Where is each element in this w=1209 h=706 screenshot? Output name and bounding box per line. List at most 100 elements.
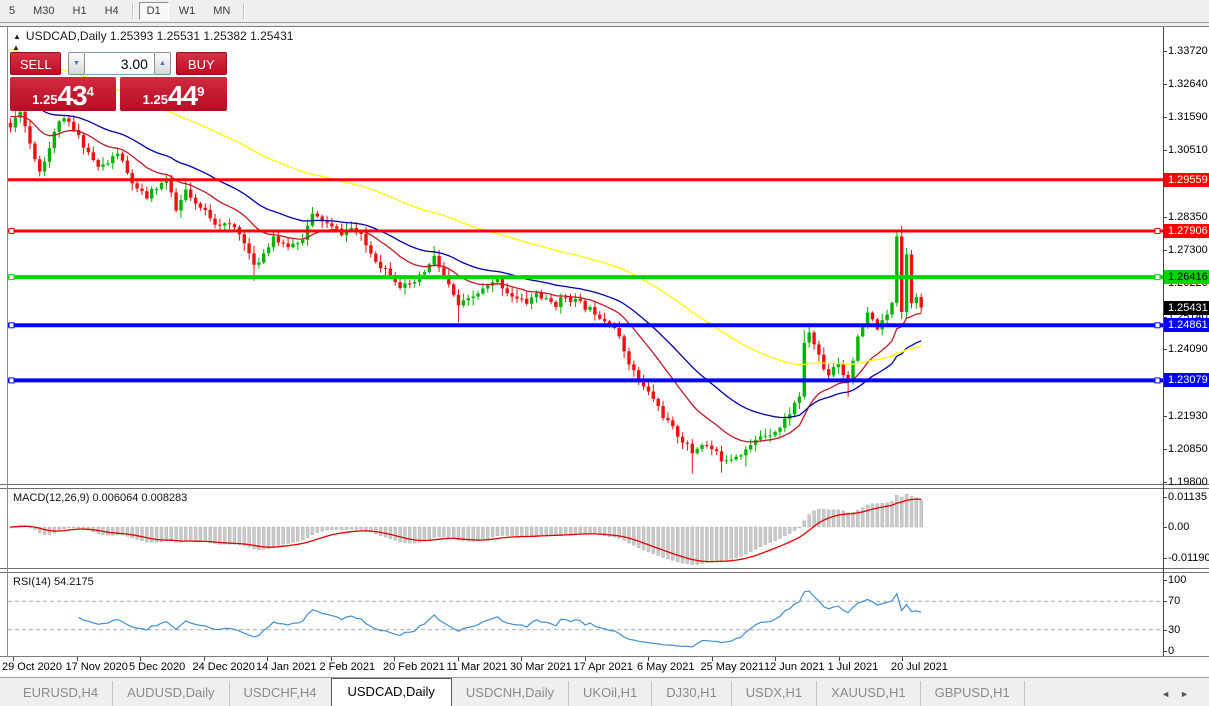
- timeframe-button-5[interactable]: 5: [1, 2, 23, 20]
- price-scale-tick: [1163, 482, 1167, 483]
- date-axis-label: 1 Jul 2021: [828, 661, 879, 673]
- macd-title: MACD(12,26,9) 0.006064 0.008283: [13, 492, 187, 504]
- chart-left-border: [7, 27, 8, 656]
- price-scale-label: 1.19800: [1168, 475, 1208, 489]
- line-handle: [1155, 378, 1160, 383]
- volume-increase-button[interactable]: ▲: [154, 52, 171, 75]
- tab-scroll-left-icon[interactable]: ◄: [1161, 689, 1180, 699]
- price-scale-tick: [1163, 416, 1167, 417]
- price-scale-tick: [1163, 217, 1167, 218]
- chart-tab-ukoil[interactable]: UKOil,H1: [569, 681, 652, 706]
- chart-tab-usdcnh[interactable]: USDCNH,Daily: [452, 681, 569, 706]
- timeframe-button-d1[interactable]: D1: [139, 2, 169, 20]
- volume-decrease-button[interactable]: ▼: [68, 52, 85, 75]
- rsi-scale-label: 0: [1168, 644, 1174, 658]
- sell-price-pips: 43: [57, 83, 86, 109]
- rsi-scale-tick: [1163, 651, 1167, 652]
- timeframe-button-h1[interactable]: H1: [65, 2, 95, 20]
- price-scale-tick: [1163, 349, 1167, 350]
- date-axis-label: 12 Jun 2021: [764, 661, 825, 673]
- line-handle: [9, 378, 14, 383]
- tab-scroll-arrows[interactable]: ◄►: [1161, 689, 1199, 699]
- rsi-indicator-canvas[interactable]: [8, 573, 1163, 656]
- price-scale-label: 1.30510: [1168, 143, 1208, 157]
- sell-price-point: 4: [87, 77, 94, 107]
- timeframe-button-h4[interactable]: H4: [97, 2, 127, 20]
- sell-price-display[interactable]: 1.25 43 4: [10, 77, 116, 111]
- rsi-scale-tick: [1163, 580, 1167, 581]
- chart-tab-xauusd[interactable]: XAUUSD,H1: [817, 681, 920, 706]
- horizontal-level-line[interactable]: [8, 378, 1163, 383]
- price-scale-label: 1.27300: [1168, 243, 1208, 257]
- level-price-badge: 1.29559: [1164, 173, 1209, 187]
- date-axis-label: 14 Jan 2021: [256, 661, 317, 673]
- price-scale-label: 1.31590: [1168, 110, 1208, 124]
- price-scale-label: 1.21930: [1168, 409, 1208, 423]
- line-handle: [9, 275, 14, 280]
- macd-scale-tick: [1163, 527, 1167, 528]
- chart-tab-bar: EURUSD,H4AUDUSD,DailyUSDCHF,H4USDCAD,Dai…: [0, 677, 1209, 706]
- timeframe-toolbar: 5M30H1H4 D1W1MN: [0, 0, 1209, 23]
- chart-tab-gbpusd[interactable]: GBPUSD,H1: [921, 681, 1025, 706]
- date-axis-label: 24 Dec 2020: [193, 661, 255, 673]
- chart-tab-eurusd[interactable]: EURUSD,H4: [9, 681, 113, 706]
- level-price-badge: 1.27906: [1164, 224, 1209, 238]
- price-scale-tick: [1163, 250, 1167, 251]
- macd-scale-label: -0.011904: [1168, 551, 1209, 565]
- date-axis-label: 11 Mar 2021: [447, 661, 508, 673]
- macd-scale-tick: [1163, 558, 1167, 559]
- chart-tab-usdcad[interactable]: USDCAD,Daily: [331, 678, 452, 706]
- horizontal-level-line[interactable]: [8, 229, 1163, 234]
- chart-tab-dj30[interactable]: DJ30,H1: [652, 681, 732, 706]
- date-axis-label: 29 Oct 2020: [2, 661, 62, 673]
- price-scale-label: 1.33720: [1168, 44, 1208, 58]
- chart-tab-usdchf[interactable]: USDCHF,H4: [230, 681, 331, 706]
- timeframe-button-w1[interactable]: W1: [171, 2, 204, 20]
- one-click-trading-panel: SELL ▼ ▲ BUY 1.25 43 4 1.25 44 9: [10, 52, 227, 111]
- macd-scale-label: 0.01135: [1168, 490, 1207, 504]
- chart-tab-audusd[interactable]: AUDUSD,Daily: [113, 681, 229, 706]
- date-axis-label: 6 May 2021: [637, 661, 694, 673]
- date-axis-label: 17 Apr 2021: [574, 661, 633, 673]
- date-axis-label: 17 Nov 2020: [66, 661, 128, 673]
- date-axis-label: 20 Jul 2021: [891, 661, 948, 673]
- trade-panel-collapse-icon[interactable]: ▲: [12, 43, 20, 52]
- rsi-scale-label: 70: [1168, 594, 1180, 608]
- level-price-badge: 1.23079: [1164, 373, 1209, 387]
- price-scale-label: 1.20850: [1168, 442, 1208, 456]
- line-handle: [9, 323, 14, 328]
- price-scale-label: 1.28350: [1168, 210, 1208, 224]
- horizontal-level-line[interactable]: [8, 323, 1163, 328]
- buy-price-pips: 44: [168, 83, 197, 109]
- chart-bottom-border: [0, 656, 1209, 657]
- price-scale-tick: [1163, 449, 1167, 450]
- date-axis-label: 25 May 2021: [701, 661, 765, 673]
- line-handle: [9, 229, 14, 234]
- mt4-terminal: 5M30H1H4D1W1MN ▲USDCAD,Daily 1.25393 1.2…: [0, 0, 1209, 706]
- price-axis-line[interactable]: [1163, 27, 1164, 656]
- rsi-scale-tick: [1163, 601, 1167, 602]
- date-axis-label: 2 Feb 2021: [320, 661, 376, 673]
- volume-input[interactable]: [85, 52, 154, 75]
- sell-button[interactable]: SELL: [10, 52, 61, 75]
- chart-tab-usdx[interactable]: USDX,H1: [732, 681, 817, 706]
- rsi-scale-tick: [1163, 630, 1167, 631]
- buy-button[interactable]: BUY: [176, 52, 227, 75]
- date-axis-label: 5 Dec 2020: [129, 661, 185, 673]
- horizontal-level-line[interactable]: [8, 275, 1163, 280]
- buy-price-display[interactable]: 1.25 44 9: [120, 77, 227, 111]
- toolbar-separator: [132, 3, 134, 19]
- line-handle: [1155, 275, 1160, 280]
- date-axis-label: 30 Mar 2021: [510, 661, 572, 673]
- price-scale-label: 1.32640: [1168, 77, 1208, 91]
- macd-scale-tick: [1163, 497, 1167, 498]
- timeframe-button-m30[interactable]: M30: [25, 2, 62, 20]
- price-scale-tick: [1163, 51, 1167, 52]
- timeframe-button-mn[interactable]: MN: [205, 2, 238, 20]
- date-axis-label: 20 Feb 2021: [383, 661, 445, 673]
- sell-price-base: 1.25: [32, 90, 57, 109]
- macd-scale-label: 0.00: [1168, 520, 1189, 534]
- current-price-badge: 1.25431: [1164, 301, 1209, 315]
- price-scale-tick: [1163, 84, 1167, 85]
- tab-scroll-right-icon[interactable]: ►: [1180, 689, 1199, 699]
